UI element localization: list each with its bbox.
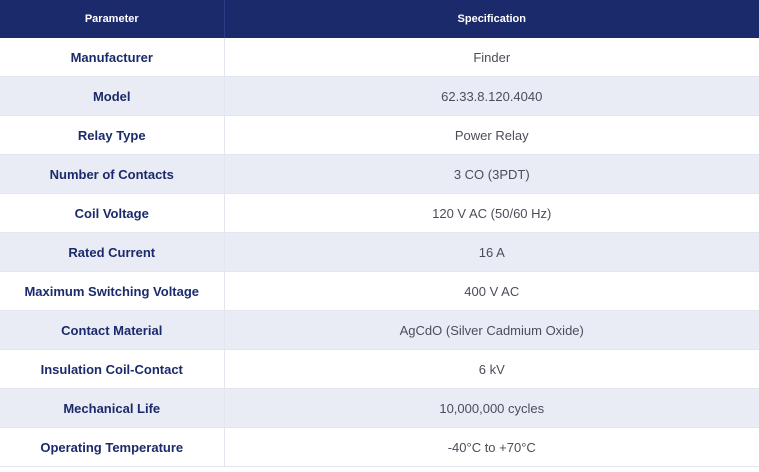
table-row: Rated Current 16 A — [0, 232, 759, 272]
value-cell: Finder — [224, 38, 759, 77]
table-row: Relay Type Power Relay — [0, 115, 759, 155]
param-cell: Number of Contacts — [0, 154, 225, 194]
param-cell: Operating Temperature — [0, 427, 225, 467]
param-cell: Model — [0, 76, 225, 116]
table-row: Manufacturer Finder — [0, 38, 759, 77]
value-cell: 3 CO (3PDT) — [224, 154, 759, 194]
header-specification: Specification — [224, 0, 759, 38]
value-cell: -40°C to +70°C — [224, 427, 759, 467]
param-cell: Rated Current — [0, 232, 225, 272]
table-row: Coil Voltage 120 V AC (50/60 Hz) — [0, 193, 759, 233]
table-row: Insulation Coil-Contact 6 kV — [0, 349, 759, 389]
value-cell: 400 V AC — [224, 271, 759, 311]
value-cell: Power Relay — [224, 115, 759, 155]
header-row: Parameter Specification — [0, 0, 759, 38]
spec-table: Parameter Specification Manufacturer Fin… — [0, 0, 759, 467]
table-row: Model 62.33.8.120.4040 — [0, 76, 759, 116]
value-cell: 62.33.8.120.4040 — [224, 76, 759, 116]
table-row: Maximum Switching Voltage 400 V AC — [0, 271, 759, 311]
param-cell: Coil Voltage — [0, 193, 225, 233]
param-cell: Contact Material — [0, 310, 225, 350]
value-cell: 6 kV — [224, 349, 759, 389]
table-row: Number of Contacts 3 CO (3PDT) — [0, 154, 759, 194]
table-row: Mechanical Life 10,000,000 cycles — [0, 388, 759, 428]
param-cell: Mechanical Life — [0, 388, 225, 428]
table-body: Manufacturer Finder Model 62.33.8.120.40… — [0, 38, 759, 467]
table-header: Parameter Specification — [0, 0, 759, 38]
param-cell: Insulation Coil-Contact — [0, 349, 225, 389]
table-row: Contact Material AgCdO (Silver Cadmium O… — [0, 310, 759, 350]
header-parameter: Parameter — [0, 0, 225, 38]
value-cell: 120 V AC (50/60 Hz) — [224, 193, 759, 233]
value-cell: AgCdO (Silver Cadmium Oxide) — [224, 310, 759, 350]
param-cell: Manufacturer — [0, 38, 225, 77]
param-cell: Relay Type — [0, 115, 225, 155]
value-cell: 10,000,000 cycles — [224, 388, 759, 428]
value-cell: 16 A — [224, 232, 759, 272]
table-row: Operating Temperature -40°C to +70°C — [0, 427, 759, 467]
param-cell: Maximum Switching Voltage — [0, 271, 225, 311]
